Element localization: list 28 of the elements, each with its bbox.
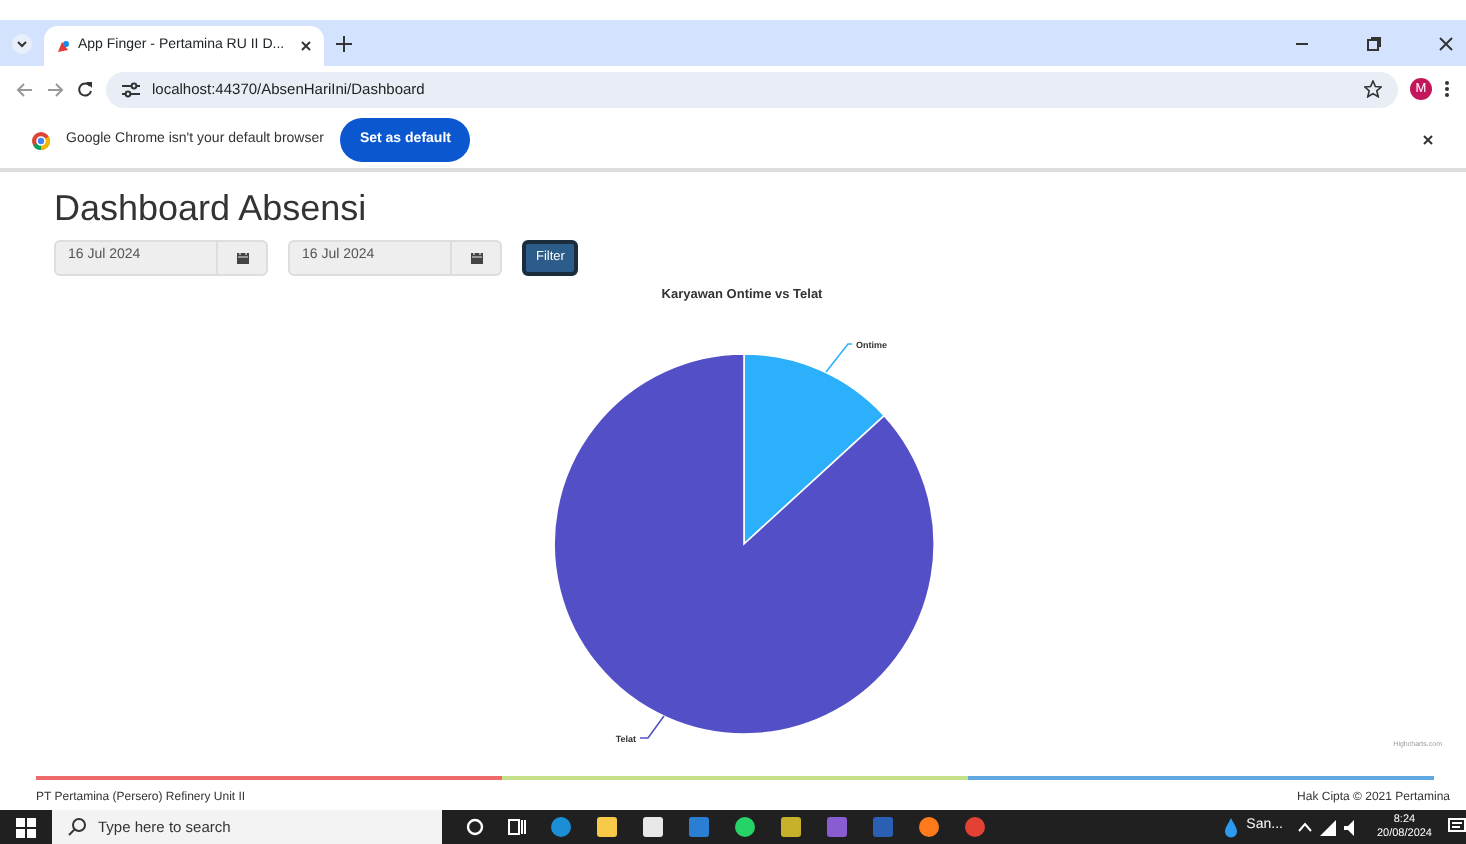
- network-icon[interactable]: [1320, 819, 1337, 835]
- leader-line: [825, 343, 853, 374]
- windows-start-icon[interactable]: [16, 817, 36, 837]
- forward-icon[interactable]: [46, 81, 64, 97]
- cortana-icon[interactable]: [466, 818, 484, 836]
- file-explorer-icon[interactable]: [596, 816, 618, 838]
- calendar-icon[interactable]: [469, 249, 483, 266]
- tab-search-icon[interactable]: [12, 33, 32, 53]
- close-icon[interactable]: [300, 40, 312, 52]
- leader-line: [639, 715, 665, 740]
- close-icon[interactable]: [1438, 35, 1454, 51]
- menu-icon[interactable]: [1444, 80, 1450, 98]
- new-tab-icon[interactable]: [336, 35, 352, 51]
- back-icon[interactable]: [16, 81, 34, 97]
- chrome-logo-icon: [32, 131, 50, 149]
- task-view-icon[interactable]: [508, 818, 526, 836]
- page-title: Dashboard Absensi: [54, 188, 369, 232]
- notification-icon[interactable]: [1448, 818, 1466, 836]
- restore-icon[interactable]: [1366, 35, 1382, 51]
- search-icon: [68, 818, 86, 836]
- site-settings-icon[interactable]: [122, 81, 140, 97]
- close-icon[interactable]: [1422, 134, 1434, 146]
- chevron-up-icon[interactable]: [1298, 822, 1313, 832]
- app-logo-icon: [56, 39, 70, 53]
- calendar-icon[interactable]: [235, 249, 249, 266]
- bookmark-star-icon[interactable]: [1364, 80, 1382, 98]
- reload-icon[interactable]: [76, 80, 94, 98]
- water-drop-icon: [1224, 817, 1239, 837]
